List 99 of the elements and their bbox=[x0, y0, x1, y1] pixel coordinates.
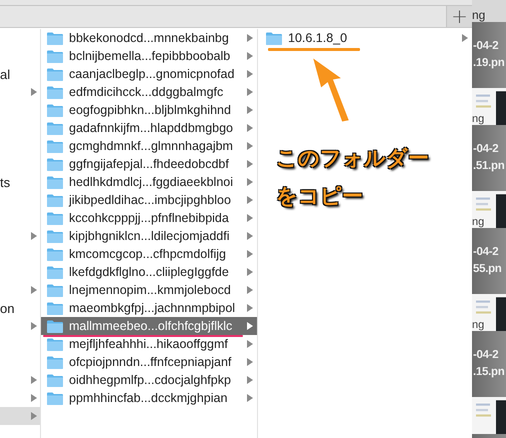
folder-icon bbox=[47, 356, 63, 368]
file-thumbnail-icon[interactable] bbox=[472, 88, 506, 125]
folder-icon bbox=[47, 104, 63, 116]
file-thumbnail-icon[interactable] bbox=[472, 294, 506, 331]
file-name: -04-2 bbox=[473, 142, 500, 157]
disclosure-arrow-icon bbox=[31, 232, 37, 240]
folder-icon bbox=[47, 50, 63, 62]
folder-icon bbox=[47, 158, 63, 170]
folder-icon bbox=[47, 230, 63, 242]
folder-icon bbox=[47, 122, 63, 134]
disclosure-arrow-icon bbox=[247, 106, 253, 114]
file-name: -04-2 bbox=[473, 39, 500, 54]
folder-item[interactable]: hedlhkdmdlcj...fggdiaeekblnoi bbox=[41, 173, 257, 191]
disclosure-arrow-icon bbox=[247, 394, 253, 402]
folder-icon bbox=[47, 212, 63, 224]
disclosure-arrow-icon bbox=[31, 88, 37, 96]
folder-icon bbox=[47, 374, 63, 386]
folder-item[interactable]: kccohkcpppjj...pfnflnebibpida bbox=[41, 209, 257, 227]
folder-icon bbox=[47, 284, 63, 296]
disclosure-arrow-icon bbox=[247, 250, 253, 258]
file-name: -04-2 bbox=[473, 245, 500, 260]
file-name: ng bbox=[472, 319, 484, 331]
folder-icon bbox=[47, 194, 63, 206]
folder-item[interactable]: bclnijbemella...fepibbboobalb bbox=[41, 47, 257, 65]
file-name: .15.pn bbox=[473, 365, 506, 380]
folder-item[interactable]: gadafnnkijfm...hlapddbmgbgo bbox=[41, 119, 257, 137]
sidebar-label[interactable]: on bbox=[0, 300, 14, 316]
disclosure-arrow-icon bbox=[247, 178, 253, 186]
disclosure-arrow-icon bbox=[247, 52, 253, 60]
sidebar-label[interactable]: ts bbox=[0, 174, 10, 190]
disclosure-arrow-icon bbox=[247, 322, 253, 330]
folder-icon bbox=[47, 266, 63, 278]
sidebar-label[interactable]: al bbox=[0, 66, 10, 82]
sidebar-item[interactable]: on bbox=[0, 299, 40, 317]
disclosure-arrow-icon bbox=[247, 358, 253, 366]
disclosure-arrow-icon bbox=[247, 142, 253, 150]
folder-icon bbox=[47, 68, 63, 80]
disclosure-arrow-icon bbox=[31, 376, 37, 384]
sidebar-item[interactable]: al bbox=[0, 65, 40, 83]
disclosure-arrow-icon bbox=[31, 412, 37, 420]
disclosure-arrow-icon bbox=[247, 268, 253, 276]
folder-item[interactable]: lkefdgdkflglno...cliiplegIggfde bbox=[41, 263, 257, 281]
disclosure-arrow-icon bbox=[247, 88, 253, 96]
disclosure-arrow-icon bbox=[247, 160, 253, 168]
folder-item[interactable]: ggfngijafepjal...fhdeedobcdbf bbox=[41, 155, 257, 173]
folder-icon bbox=[47, 320, 63, 332]
folder-icon bbox=[47, 338, 63, 350]
annotation-text: をコピー bbox=[276, 183, 364, 210]
disclosure-arrow-icon bbox=[247, 214, 253, 222]
folder-item[interactable]: mejfljhfeahhhi...hikaooffggmf bbox=[41, 335, 257, 353]
file-name: .51.pn bbox=[473, 159, 506, 174]
folder-icon bbox=[47, 302, 63, 314]
folder-item[interactable]: maeombkgfpj...jachnnmpbipol bbox=[41, 299, 257, 317]
disclosure-arrow-icon bbox=[247, 196, 253, 204]
file-name: ng bbox=[472, 113, 484, 125]
disclosure-arrow-icon bbox=[247, 124, 253, 132]
folder-item[interactable]: bbkekonodcd...mnnekbainbg bbox=[41, 29, 257, 47]
disclosure-arrow-icon bbox=[247, 70, 253, 78]
folder-item[interactable]: caanjaclbeglp...gnomicpnofad bbox=[41, 65, 257, 83]
disclosure-arrow-icon bbox=[31, 322, 37, 330]
disclosure-arrow-icon bbox=[247, 304, 253, 312]
file-thumbnail-icon[interactable] bbox=[472, 397, 506, 434]
folder-icon bbox=[47, 248, 63, 260]
folder-item[interactable]: ppmhhincfab...dcckmjghpian bbox=[41, 389, 257, 407]
annotation-text: このフォルダー bbox=[276, 145, 429, 172]
sidebar-item[interactable]: ts bbox=[0, 173, 40, 191]
folder-item[interactable]: kmcomcgcop...cfhpcmdolfijg bbox=[41, 245, 257, 263]
folder-icon bbox=[47, 140, 63, 152]
folder-item[interactable]: 10.6.1.8_0 bbox=[258, 29, 472, 47]
file-name: 55.pn bbox=[473, 262, 503, 277]
folder-icon bbox=[47, 176, 63, 188]
disclosure-arrow-icon bbox=[247, 340, 253, 348]
file-name: ng bbox=[472, 8, 486, 22]
add-tab-button[interactable]: + bbox=[446, 5, 472, 27]
file-name: .19.pn bbox=[473, 56, 506, 71]
folder-item[interactable]: oidhhegpmlfp...cdocjalghfpkp bbox=[41, 371, 257, 389]
folder-item[interactable]: edfmdicihcck...ddggbalmgfc bbox=[41, 83, 257, 101]
folder-item[interactable]: kipjbhgniklcn...ldilecjomjaddfi bbox=[41, 227, 257, 245]
folder-item[interactable]: jikibpedldihac...imbcjipghbloo bbox=[41, 191, 257, 209]
disclosure-arrow-icon bbox=[247, 232, 253, 240]
file-name: ng bbox=[472, 216, 484, 228]
folder-item[interactable]: eogfogpibhkn...bljblmkghihnd bbox=[41, 101, 257, 119]
disclosure-arrow-icon bbox=[31, 394, 37, 402]
folder-item[interactable]: gcmghdmnkf...glmnnhagajbm bbox=[41, 137, 257, 155]
file-name: -04-2 bbox=[473, 348, 500, 363]
folder-icon bbox=[47, 32, 63, 44]
folder-item[interactable]: lnejmennopim...kmmjolebocd bbox=[41, 281, 257, 299]
file-thumbnail-icon[interactable] bbox=[472, 191, 506, 228]
folder-item[interactable]: ofcpiojpnndn...ffnfcepniapjanf bbox=[41, 353, 257, 371]
disclosure-arrow-icon bbox=[247, 376, 253, 384]
folder-item[interactable]: mallmmeebeo...olfchfcgbjflklc bbox=[41, 317, 257, 335]
folder-icon bbox=[47, 86, 63, 98]
folder-icon bbox=[266, 32, 282, 44]
folder-icon bbox=[47, 392, 63, 404]
disclosure-arrow-icon bbox=[247, 34, 253, 42]
disclosure-arrow-icon bbox=[462, 34, 468, 42]
sidebar-item[interactable] bbox=[0, 407, 40, 425]
disclosure-arrow-icon bbox=[31, 286, 37, 294]
disclosure-arrow-icon bbox=[247, 286, 253, 294]
